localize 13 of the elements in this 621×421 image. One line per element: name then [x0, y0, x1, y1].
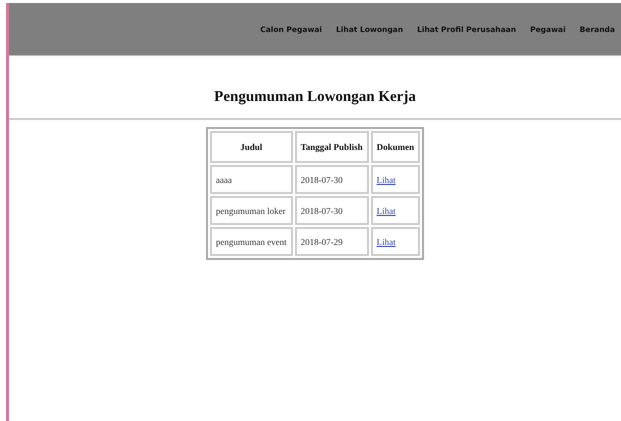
table-cell: 2018-07-30: [294, 196, 369, 225]
table-cell: 2018-07-29: [294, 227, 369, 256]
view-link[interactable]: Lihat: [376, 206, 396, 216]
column-header: Tanggal Publish: [294, 131, 369, 163]
view-link[interactable]: Lihat: [376, 174, 396, 184]
table-cell: 2018-07-30: [294, 165, 369, 194]
table-cell: pengumuman event: [210, 227, 293, 256]
table-cell: aaaa: [210, 165, 293, 194]
column-header: Judul: [210, 131, 293, 163]
view-link[interactable]: Lihat: [376, 236, 396, 246]
page-title: Pengumuman Lowongan Kerja: [214, 89, 416, 106]
table-cell: pengumuman loker: [210, 196, 293, 225]
column-header: Dokumen: [370, 131, 420, 163]
